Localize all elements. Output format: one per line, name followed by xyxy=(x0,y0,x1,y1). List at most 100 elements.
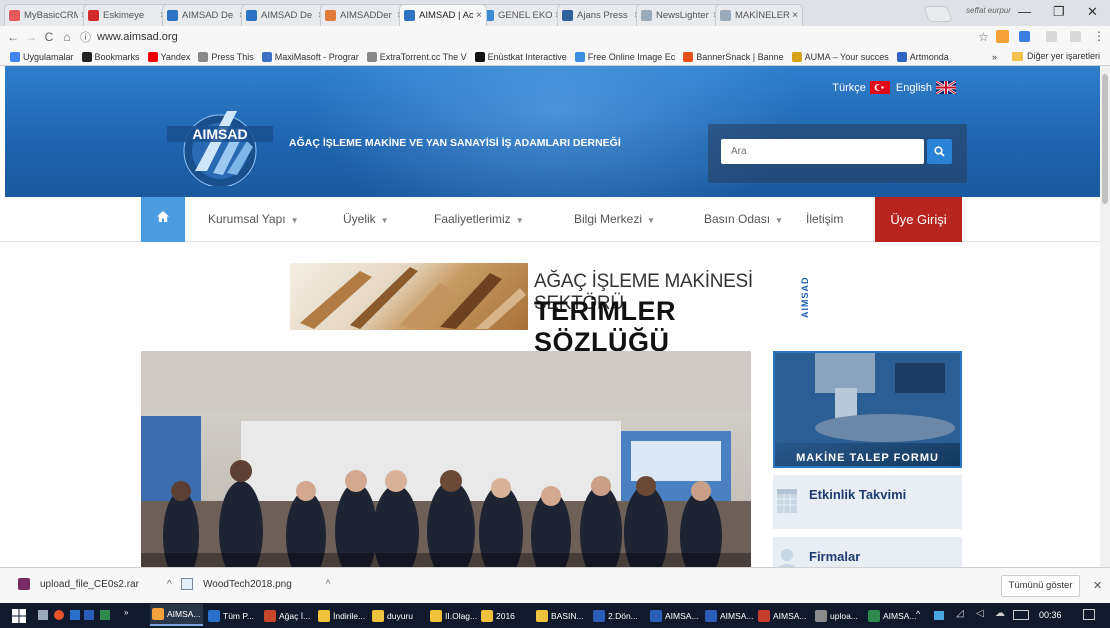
cloud-icon[interactable]: ☁ xyxy=(995,608,1005,619)
word-pinned-icon[interactable] xyxy=(84,610,94,620)
minimize-icon[interactable]: — xyxy=(1018,4,1031,19)
clock[interactable]: 00:36 xyxy=(1039,610,1062,620)
machine-request-form-link[interactable]: MAKİNE TALEP FORMU xyxy=(773,351,962,468)
nav-faaliyetlerimiz[interactable]: Faaliyetlerimiz ▼ xyxy=(434,197,524,242)
turkey-flag-icon[interactable] xyxy=(869,81,890,94)
nav-bilgi-merkezi[interactable]: Bilgi Merkezi ▼ xyxy=(574,197,655,242)
windows-start-icon[interactable] xyxy=(12,609,26,623)
member-login-button[interactable]: Üye Girişi xyxy=(875,197,962,242)
bookmark-item[interactable]: ExtraTorrent.cc The V xyxy=(366,51,467,62)
browser-tab[interactable]: Eskimeye× xyxy=(83,4,171,26)
browser-tab[interactable]: MyBasicCRM× xyxy=(4,4,92,26)
extension-icon[interactable] xyxy=(1019,31,1030,42)
show-all-downloads-button[interactable]: Tümünü göster xyxy=(1001,575,1080,597)
taskbar-app[interactable]: duyuru xyxy=(372,606,413,625)
browser-tab[interactable]: MAKİNELER × xyxy=(715,4,803,26)
browser-tab[interactable]: AIMSAD | Ac × xyxy=(399,4,487,26)
browser-tab[interactable]: NewsLighter× xyxy=(636,4,724,26)
info-icon[interactable]: ⓘ xyxy=(80,29,91,45)
chrome-pinned-icon[interactable] xyxy=(54,610,64,620)
home-icon[interactable]: ⌂ xyxy=(58,30,76,44)
companies-link[interactable]: Firmalar xyxy=(773,537,962,567)
maximize-icon[interactable]: ❐ xyxy=(1053,4,1065,20)
browser-tab[interactable]: AIMSAD De× xyxy=(162,4,250,26)
forward-icon[interactable]: → xyxy=(22,30,40,44)
lang-turkce-link[interactable]: Türkçe xyxy=(832,82,866,94)
browser-tab[interactable]: Ajans Press× xyxy=(557,4,645,26)
close-window-icon[interactable]: ✕ xyxy=(1087,4,1098,20)
notification-icon[interactable] xyxy=(1083,609,1095,620)
chevron-up-icon[interactable]: ^ xyxy=(167,579,172,590)
network-icon[interactable]: ◿ xyxy=(956,608,964,619)
download-item[interactable]: WoodTech2018.png ^ xyxy=(181,578,330,590)
close-shelf-icon[interactable]: ✕ xyxy=(1093,579,1102,592)
search-input[interactable] xyxy=(721,139,924,164)
extension-icon[interactable] xyxy=(1070,31,1081,42)
bookmark-item[interactable]: Enüstkat Interactive xyxy=(474,51,567,62)
taskbar-app[interactable]: 2016 xyxy=(481,606,515,625)
event-calendar-link[interactable]: Etkinlik Takvimi xyxy=(773,475,962,529)
scrollbar-thumb[interactable] xyxy=(1102,74,1108,204)
outlook-pinned-icon[interactable] xyxy=(70,610,80,620)
profile-name[interactable]: seffat eurpur xyxy=(966,6,1011,15)
reload-icon[interactable]: C xyxy=(40,30,58,44)
bookmark-star-icon[interactable]: ☆ xyxy=(978,30,989,44)
tab-close-icon[interactable]: × xyxy=(792,10,798,21)
new-tab-button[interactable] xyxy=(923,6,953,22)
taskbar-app[interactable]: Ağaç İ... xyxy=(264,606,310,625)
tray-app-icon[interactable] xyxy=(934,611,944,620)
back-icon[interactable]: ← xyxy=(4,30,22,44)
nav-iletisim[interactable]: İletişim xyxy=(806,197,843,242)
nav-basin-odasi[interactable]: Basın Odası ▼ xyxy=(704,197,783,242)
menu-icon[interactable]: ⋮ xyxy=(1093,29,1105,43)
bookmark-item[interactable]: BannerSnack | Banne xyxy=(683,51,784,62)
taskbar-app[interactable]: AIMSA... xyxy=(150,604,203,626)
pinned-app-icon[interactable] xyxy=(38,610,48,620)
lang-english-link[interactable]: English xyxy=(896,82,932,94)
overflow-icon[interactable]: » xyxy=(124,608,128,617)
bookmark-item[interactable]: AUMA – Your succes xyxy=(791,51,889,62)
taskbar-app-label: 2016 xyxy=(496,610,515,621)
other-bookmarks[interactable]: Diğer yer işaretleri xyxy=(1012,51,1100,61)
rss-extension-icon[interactable] xyxy=(996,30,1009,43)
search-button[interactable] xyxy=(927,139,952,164)
bookmark-item[interactable]: Uygulamalar xyxy=(10,51,74,62)
taskbar-app[interactable]: AIMSA... xyxy=(868,606,917,625)
tray-chevron-icon[interactable]: ^ xyxy=(916,609,920,619)
bookmark-item[interactable]: Press This xyxy=(198,51,254,62)
download-item[interactable]: upload_file_CE0s2.rar ^ xyxy=(18,578,172,590)
extension-icon[interactable] xyxy=(1046,31,1057,42)
taskbar-app[interactable]: İndirile... xyxy=(318,606,365,625)
bookmark-item[interactable]: MaxiMasoft - Prograr xyxy=(261,51,359,62)
bookmark-item[interactable]: Bookmarks xyxy=(81,51,140,62)
browser-tab[interactable]: AIMSAD De× xyxy=(241,4,329,26)
dictionary-banner[interactable]: AĞAÇ İŞLEME MAKİNESİ SEKTÖRÜ TERİMLER SÖ… xyxy=(290,263,817,357)
nav-kurumsal-yapi[interactable]: Kurumsal Yapı ▼ xyxy=(208,197,299,242)
taskbar-app[interactable]: 2.Dön... xyxy=(593,606,638,625)
browser-tab[interactable]: AIMSADDer× xyxy=(320,4,408,26)
taskbar-app[interactable]: AIMSA... xyxy=(758,606,807,625)
volume-icon[interactable]: ◁ xyxy=(976,608,984,619)
taskbar-app[interactable]: AIMSA... xyxy=(705,606,754,625)
bookmark-item[interactable]: Artmonda xyxy=(896,51,949,62)
excel-pinned-icon[interactable] xyxy=(100,610,110,620)
nav-uyelik[interactable]: Üyelik ▼ xyxy=(343,197,389,242)
bookmark-item[interactable]: Yandex xyxy=(147,51,190,62)
aimsad-logo[interactable]: AIMSAD xyxy=(165,91,275,186)
taskbar-app[interactable]: AIMSA... xyxy=(650,606,699,625)
uk-flag-icon[interactable] xyxy=(936,81,956,94)
home-nav-button[interactable] xyxy=(141,197,185,242)
keyboard-icon[interactable] xyxy=(1013,610,1029,620)
tab-close-icon[interactable]: × xyxy=(476,10,482,21)
taskbar-app[interactable]: BASIN... xyxy=(536,606,584,625)
taskbar-app-label: duyuru xyxy=(387,610,413,621)
chevron-up-icon[interactable]: ^ xyxy=(326,579,331,590)
browser-tab[interactable]: GENEL EKO × xyxy=(478,4,566,26)
taskbar-app[interactable]: Tüm P... xyxy=(208,606,254,625)
taskbar-app[interactable]: uploa... xyxy=(815,606,858,625)
bookmark-item[interactable]: Free Online Image Ec xyxy=(574,51,675,62)
taskbar-app[interactable]: II.Olag... xyxy=(430,606,477,625)
news-slider[interactable] xyxy=(141,351,751,567)
url-field[interactable]: www.aimsad.org xyxy=(97,31,178,43)
bookmarks-more-icon[interactable]: » xyxy=(992,52,997,62)
